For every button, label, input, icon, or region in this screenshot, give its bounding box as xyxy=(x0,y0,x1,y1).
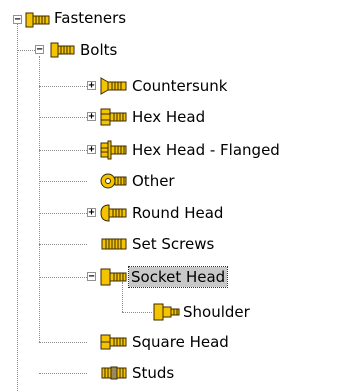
expand-toggle-hex-head-flanged[interactable]: + xyxy=(87,145,96,155)
expand-toggle-round-head[interactable]: + xyxy=(87,208,96,218)
tree-connector xyxy=(39,244,87,245)
tree-connector xyxy=(39,277,87,278)
countersunk-bolt-icon xyxy=(100,77,127,95)
tree-connector xyxy=(122,312,152,313)
tree-item-other[interactable]: Other xyxy=(130,171,177,191)
fasteners-tree-view[interactable]: − Fasteners − Bolts + Countersunk + Hex … xyxy=(0,0,344,391)
bolt-icon xyxy=(25,12,50,28)
tree-connector xyxy=(39,150,87,151)
flanged-hex-bolt-icon xyxy=(100,140,127,160)
tree-item-studs[interactable]: Studs xyxy=(130,363,176,383)
tree-connector xyxy=(39,342,87,343)
tree-item-square-head[interactable]: Square Head xyxy=(130,332,231,352)
tree-item-set-screws[interactable]: Set Screws xyxy=(130,234,216,254)
bolt-icon xyxy=(50,42,75,58)
tree-item-countersunk[interactable]: Countersunk xyxy=(130,76,229,96)
stud-icon xyxy=(101,366,127,380)
tree-item-hex-head-flanged[interactable]: Hex Head - Flanged xyxy=(130,140,282,160)
tree-connector xyxy=(39,56,40,342)
round-head-bolt-icon xyxy=(100,204,127,222)
tree-connector xyxy=(39,86,87,87)
set-screw-icon xyxy=(101,238,127,250)
hex-bolt-icon xyxy=(100,108,127,126)
collapse-toggle-fasteners[interactable]: − xyxy=(13,15,22,25)
washer-bolt-icon xyxy=(100,173,127,189)
expand-toggle-hex-head[interactable]: + xyxy=(87,112,96,122)
square-head-bolt-icon xyxy=(100,334,127,350)
tree-connector xyxy=(17,24,18,391)
tree-connector xyxy=(39,373,87,374)
tree-item-socket-head[interactable]: Socket Head xyxy=(127,266,229,288)
tree-item-hex-head[interactable]: Hex Head xyxy=(130,107,207,127)
socket-head-bolt-icon xyxy=(100,268,127,286)
tree-item-bolts[interactable]: Bolts xyxy=(78,40,119,60)
collapse-toggle-socket-head[interactable]: − xyxy=(87,272,96,282)
tree-item-round-head[interactable]: Round Head xyxy=(130,203,225,223)
tree-item-fasteners[interactable]: Fasteners xyxy=(52,8,128,28)
tree-connector xyxy=(39,181,87,182)
tree-connector xyxy=(39,117,87,118)
shoulder-bolt-icon xyxy=(153,303,180,321)
tree-connector xyxy=(39,213,87,214)
expand-toggle-countersunk[interactable]: + xyxy=(87,81,96,91)
collapse-toggle-bolts[interactable]: − xyxy=(35,45,44,55)
tree-item-shoulder[interactable]: Shoulder xyxy=(181,302,252,322)
